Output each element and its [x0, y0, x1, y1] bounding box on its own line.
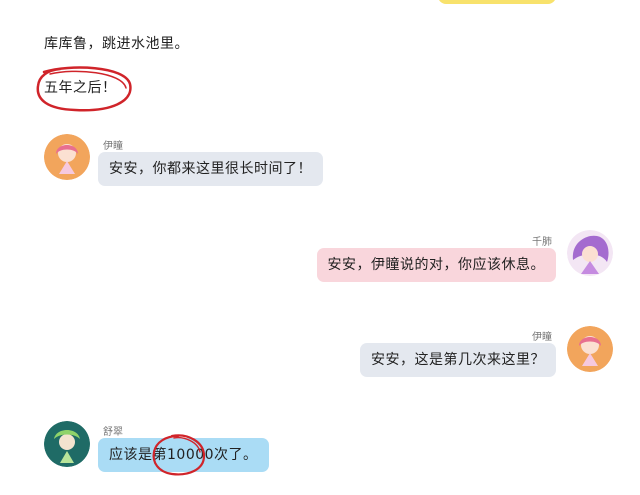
speaker-name: 舒翠: [103, 427, 123, 438]
narration-line-1: 库库鲁，跳进水池里。: [44, 36, 189, 52]
narration-line-2: 五年之后！: [44, 80, 117, 96]
message-bubble[interactable]: 安安，你都来这里很长时间了！: [98, 152, 323, 186]
avatar-qianfei[interactable]: [567, 230, 613, 276]
previous-message-bubble: [438, 0, 556, 4]
avatar-shucui[interactable]: [44, 421, 90, 467]
message-bubble[interactable]: 安安，这是第几次来这里？: [360, 343, 556, 377]
speaker-name: 伊瞳: [532, 332, 552, 343]
speaker-name: 伊瞳: [103, 141, 123, 152]
message-bubble[interactable]: 安安，伊瞳说的对，你应该休息。: [316, 248, 556, 282]
avatar-yitong[interactable]: [567, 326, 613, 372]
message-bubble[interactable]: 应该是第10000次了。: [98, 438, 269, 472]
speaker-name: 千肺: [532, 237, 552, 248]
avatar-yitong[interactable]: [44, 134, 90, 180]
